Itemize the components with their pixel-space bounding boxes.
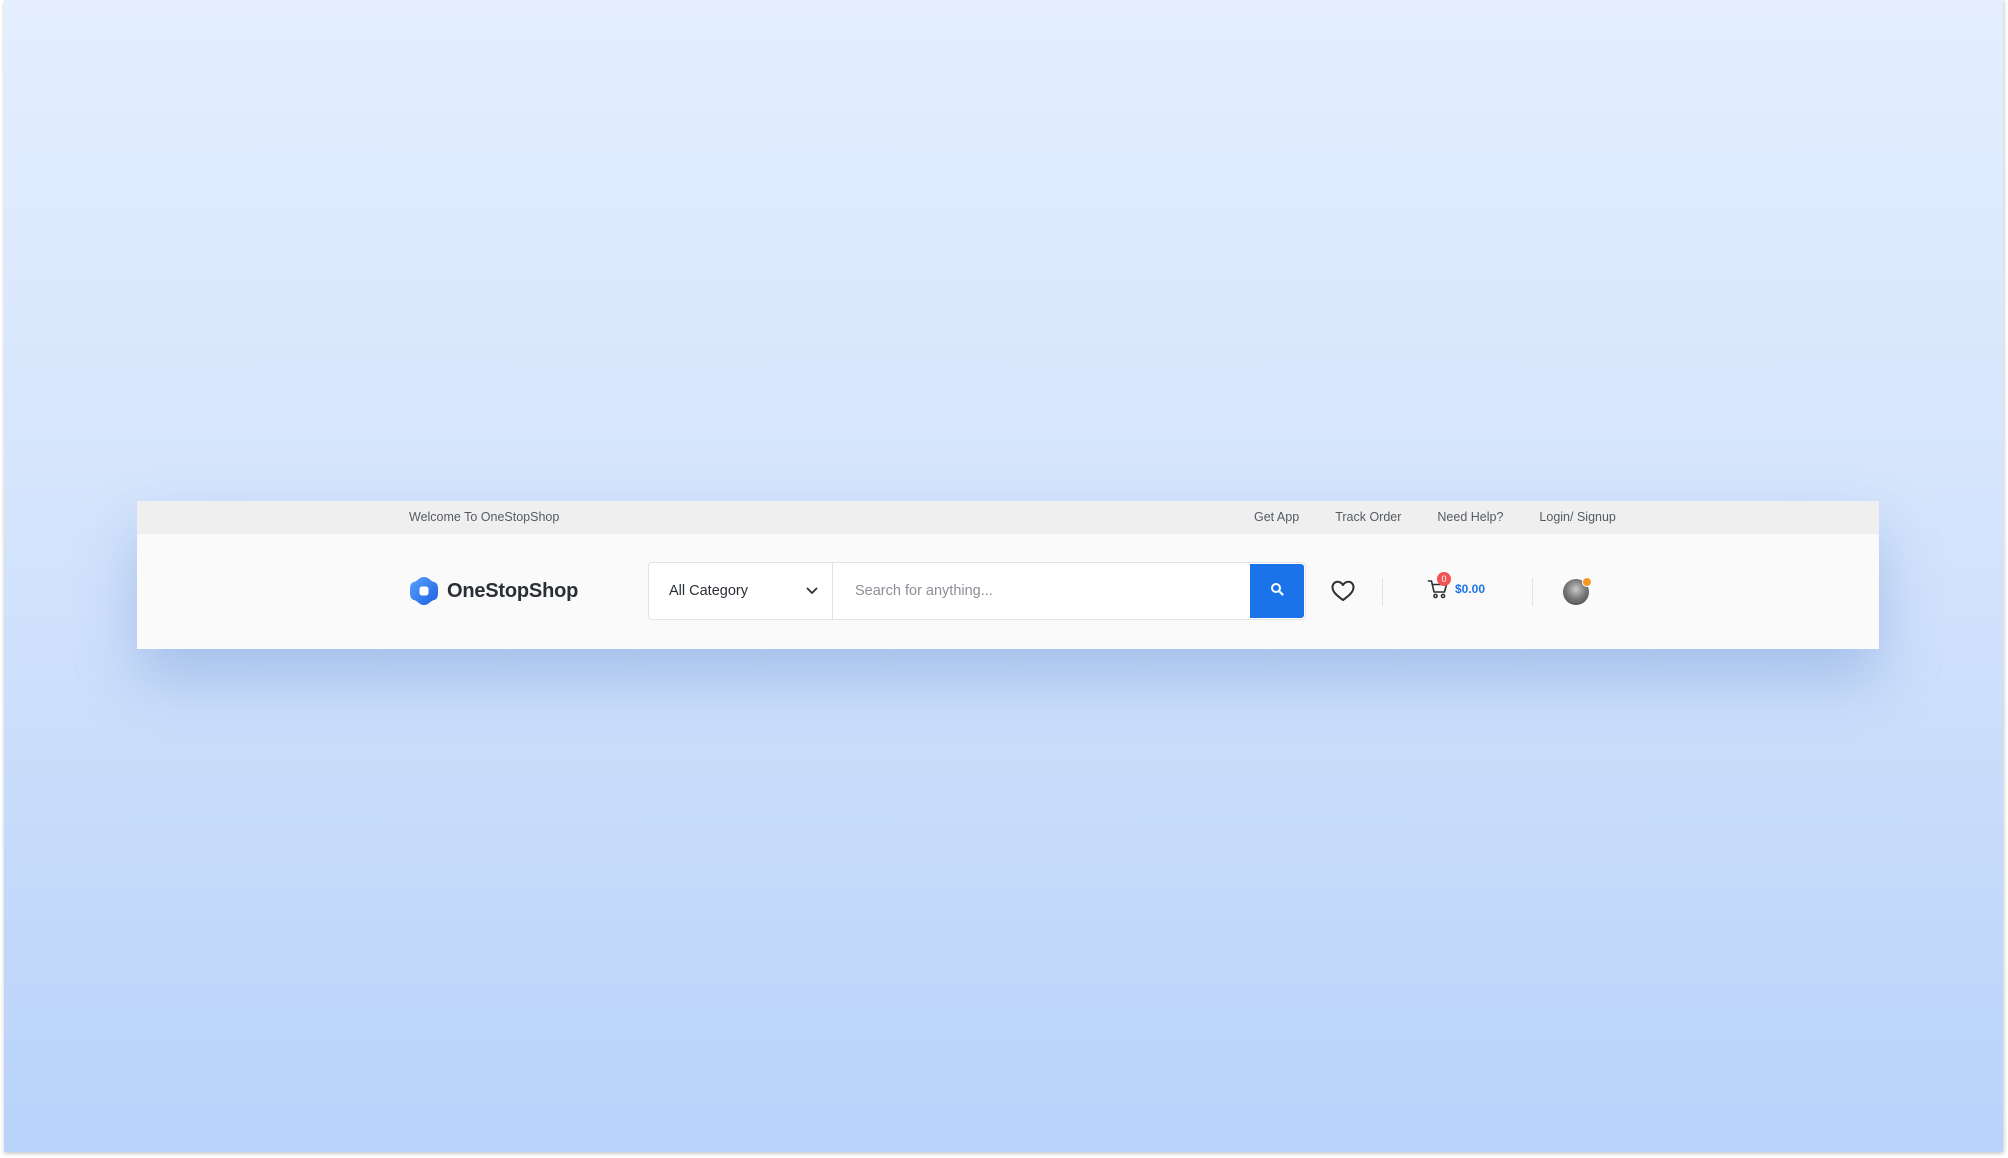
search-button[interactable] xyxy=(1250,564,1304,618)
cart-total: $0.00 xyxy=(1455,582,1486,596)
get-app-link[interactable]: Get App xyxy=(1254,510,1299,524)
status-dot xyxy=(1582,577,1592,587)
top-links: Get App Track Order Need Help? Login/ Si… xyxy=(1254,510,1616,524)
track-order-link[interactable]: Track Order xyxy=(1335,510,1401,524)
site-header: Welcome To OneStopShop Get App Track Ord… xyxy=(137,501,1879,649)
cart-button[interactable]: 0 $0.00 xyxy=(1427,572,1486,600)
need-help-link[interactable]: Need Help? xyxy=(1437,510,1503,524)
category-select[interactable]: All Category xyxy=(649,563,833,619)
logo-text: OneStopShop xyxy=(447,579,579,602)
search-icon xyxy=(1270,582,1284,601)
main-bar: OneStopShop All Category Search for anyt… xyxy=(137,534,1879,649)
welcome-text: Welcome To OneStopShop xyxy=(409,510,560,524)
search-bar: All Category xyxy=(648,562,1306,620)
top-bar: Welcome To OneStopShop Get App Track Ord… xyxy=(137,501,1879,534)
login-signup-link[interactable]: Login/ Signup xyxy=(1539,510,1615,524)
page-background: Welcome To OneStopShop Get App Track Ord… xyxy=(4,0,2003,1152)
divider xyxy=(1532,578,1533,606)
cart-count-badge: 0 xyxy=(1437,572,1451,586)
divider xyxy=(1382,578,1383,606)
heart-icon xyxy=(1330,580,1356,607)
logo-icon xyxy=(409,576,439,606)
user-avatar[interactable] xyxy=(1563,577,1592,605)
wishlist-button[interactable] xyxy=(1330,579,1356,603)
logo[interactable]: OneStopShop xyxy=(409,576,578,606)
chevron-down-icon xyxy=(806,583,818,599)
cart-icon: 0 xyxy=(1427,572,1451,600)
search-input[interactable] xyxy=(833,563,1250,619)
category-label: All Category xyxy=(669,583,748,599)
